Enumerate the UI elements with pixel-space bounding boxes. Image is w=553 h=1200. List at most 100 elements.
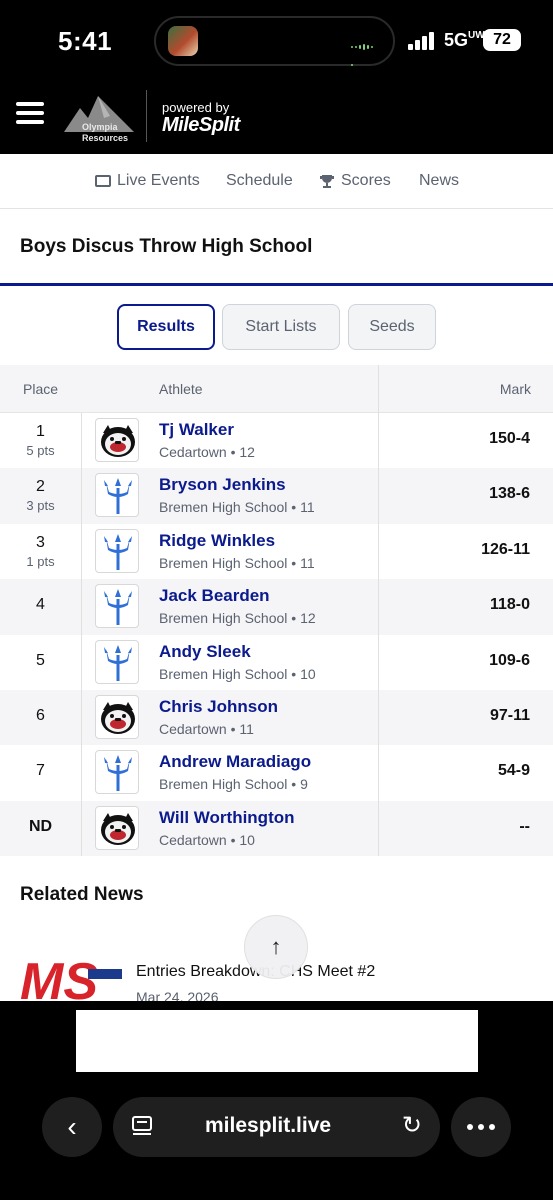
athlete-name-link[interactable]: Jack Bearden [159, 586, 270, 606]
table-row[interactable]: ND Will Worthington Cedartown • 10 -- [0, 800, 553, 857]
athlete-team-grade: Bremen High School • 12 [159, 610, 316, 627]
milesplit-logo[interactable]: MileSplit [162, 114, 240, 137]
trident-team-logo-icon[interactable] [95, 639, 139, 684]
site-header: Olympia Resources powered by MileSplit [0, 82, 553, 154]
address-bar[interactable]: milesplit.live ↻ [113, 1097, 440, 1157]
place-value: 4 [36, 596, 45, 614]
event-nav: Live Events Schedule Scores News [0, 154, 553, 209]
mark-value: 138-6 [489, 485, 530, 503]
nav-news-label: News [419, 172, 460, 189]
battery-indicator: 72 [483, 29, 521, 51]
athlete-name-link[interactable]: Andy Sleek [159, 642, 251, 662]
mark-value: 97-11 [489, 706, 530, 724]
trident-team-logo-icon[interactable] [95, 584, 139, 629]
place-value: 1 [36, 423, 45, 440]
athlete-name-link[interactable]: Andrew Maradiago [159, 752, 311, 772]
more-button[interactable] [451, 1097, 511, 1157]
tabs-overview-icon[interactable] [131, 1115, 153, 1137]
mark-value: 118-0 [489, 596, 530, 614]
nav-scores-label: Scores [341, 172, 391, 189]
event-title-bar: Boys Discus Throw High School [0, 210, 553, 286]
place-cell: 3 1 pts [0, 534, 81, 569]
place-value: 6 [36, 706, 45, 724]
back-button[interactable]: ‹ [42, 1097, 102, 1157]
bulldog-team-logo-icon[interactable] [95, 694, 139, 739]
athlete-team-grade: Cedartown • 11 [159, 720, 254, 737]
header-place: Place [23, 381, 59, 397]
mark-value: -- [519, 817, 530, 835]
table-row[interactable]: 3 1 pts Ridge Winkles Bremen High School • … [0, 523, 553, 580]
nav-live-events-label: Live Events [117, 172, 200, 189]
nav-schedule-label: Schedule [226, 172, 293, 189]
athlete-name-link[interactable]: Bryson Jenkins [159, 475, 286, 495]
column-divider-mark [378, 365, 379, 856]
trophy-icon [319, 174, 335, 188]
network-type: 5G [444, 30, 469, 50]
table-row[interactable]: 6 Chris Johnson Cedartown • 11 97-11 [0, 689, 553, 746]
logo-line2: Resources [82, 133, 129, 143]
tv-icon [95, 175, 111, 187]
mark-value: 150-4 [489, 430, 530, 447]
news-date: Mar 24, 2026 [136, 989, 219, 1001]
related-news-heading: Related News [20, 884, 144, 905]
table-row[interactable]: 2 3 pts Bryson Jenkins Bremen High School •… [0, 468, 553, 524]
olympia-resources-logo[interactable]: Olympia Resources [62, 88, 136, 146]
news-thumb-text: MS [20, 953, 98, 1001]
nav-live-events[interactable]: Live Events [95, 172, 200, 190]
scroll-to-top-button[interactable]: ↑ [244, 915, 308, 979]
place-cell: 5 [0, 652, 81, 670]
table-row[interactable]: 4 Jack Bearden Bremen High School • 12 118-… [0, 579, 553, 635]
trident-team-logo-icon[interactable] [95, 473, 139, 518]
points-value: 3 pts [26, 498, 55, 514]
tab-results[interactable]: Results [117, 304, 215, 350]
athlete-name-link[interactable]: Ridge Winkles [159, 531, 275, 551]
tab-start-lists[interactable]: Start Lists [222, 304, 340, 350]
trident-team-logo-icon[interactable] [95, 528, 139, 573]
powered-by-label: powered by [162, 100, 230, 115]
news-thumbnail[interactable]: MS [20, 951, 122, 1001]
reload-icon[interactable]: ↻ [402, 1111, 422, 1140]
nav-scores[interactable]: Scores [319, 172, 391, 190]
athlete-team-grade: Bremen High School • 10 [159, 665, 316, 682]
table-row[interactable]: 7 Andrew Maradiago Bremen High School • 9 5… [0, 745, 553, 801]
athlete-name-link[interactable]: Will Worthington [159, 808, 295, 828]
status-bar: 5:41 5GUW 72 [0, 0, 553, 82]
results-tabs: Results Start Lists Seeds [0, 304, 553, 350]
ad-banner[interactable] [76, 1010, 478, 1072]
header-mark: Mark [499, 381, 531, 397]
place-value: 5 [36, 651, 45, 669]
event-title: Boys Discus Throw High School [20, 236, 313, 257]
bulldog-team-logo-icon[interactable] [95, 805, 139, 850]
athlete-team-grade: Bremen High School • 11 [159, 499, 315, 516]
place-cell: 7 [0, 762, 81, 780]
network-indicator: 5GUW [444, 30, 485, 51]
ellipsis-icon [467, 1124, 495, 1130]
logo-line1: Olympia [82, 122, 118, 132]
trident-team-logo-icon[interactable] [95, 750, 139, 795]
clock: 5:41 [58, 26, 113, 56]
browser-toolbar: ‹ milesplit.live ↻ [0, 1001, 553, 1200]
table-row[interactable]: 5 Andy Sleek Bremen High School • 10 109-6 [0, 634, 553, 690]
place-value: ND [28, 817, 53, 835]
athlete-name-link[interactable]: Tj Walker [159, 420, 234, 440]
athlete-team-grade: Bremen High School • 9 [159, 776, 308, 793]
table-row[interactable]: 1 5 pts Tj Walker Cedartown • 12 150-4 [0, 413, 553, 469]
points-value: 5 pts [26, 443, 55, 458]
place-value: 2 [36, 478, 45, 496]
bulldog-team-logo-icon[interactable] [95, 418, 139, 462]
nav-news[interactable]: News [419, 172, 459, 190]
menu-icon[interactable] [16, 102, 44, 124]
athlete-team-grade: Cedartown • 10 [159, 831, 255, 848]
arrow-up-icon: ↑ [270, 934, 282, 959]
header-athlete: Athlete [159, 381, 203, 397]
nav-schedule[interactable]: Schedule [226, 172, 293, 190]
main-content: Live Events Schedule Scores News Boys Di… [0, 154, 553, 1001]
chevron-left-icon: ‹ [67, 1111, 77, 1142]
tab-seeds[interactable]: Seeds [348, 304, 436, 350]
points-value: 1 pts [26, 553, 55, 569]
dynamic-island[interactable] [154, 16, 395, 66]
table-body: 1 5 pts Tj Walker Cedartown • 12 150-4 2 3 pts… [0, 413, 553, 857]
place-value: 7 [36, 762, 45, 780]
athlete-name-link[interactable]: Chris Johnson [159, 697, 278, 717]
place-cell: ND [0, 818, 81, 836]
